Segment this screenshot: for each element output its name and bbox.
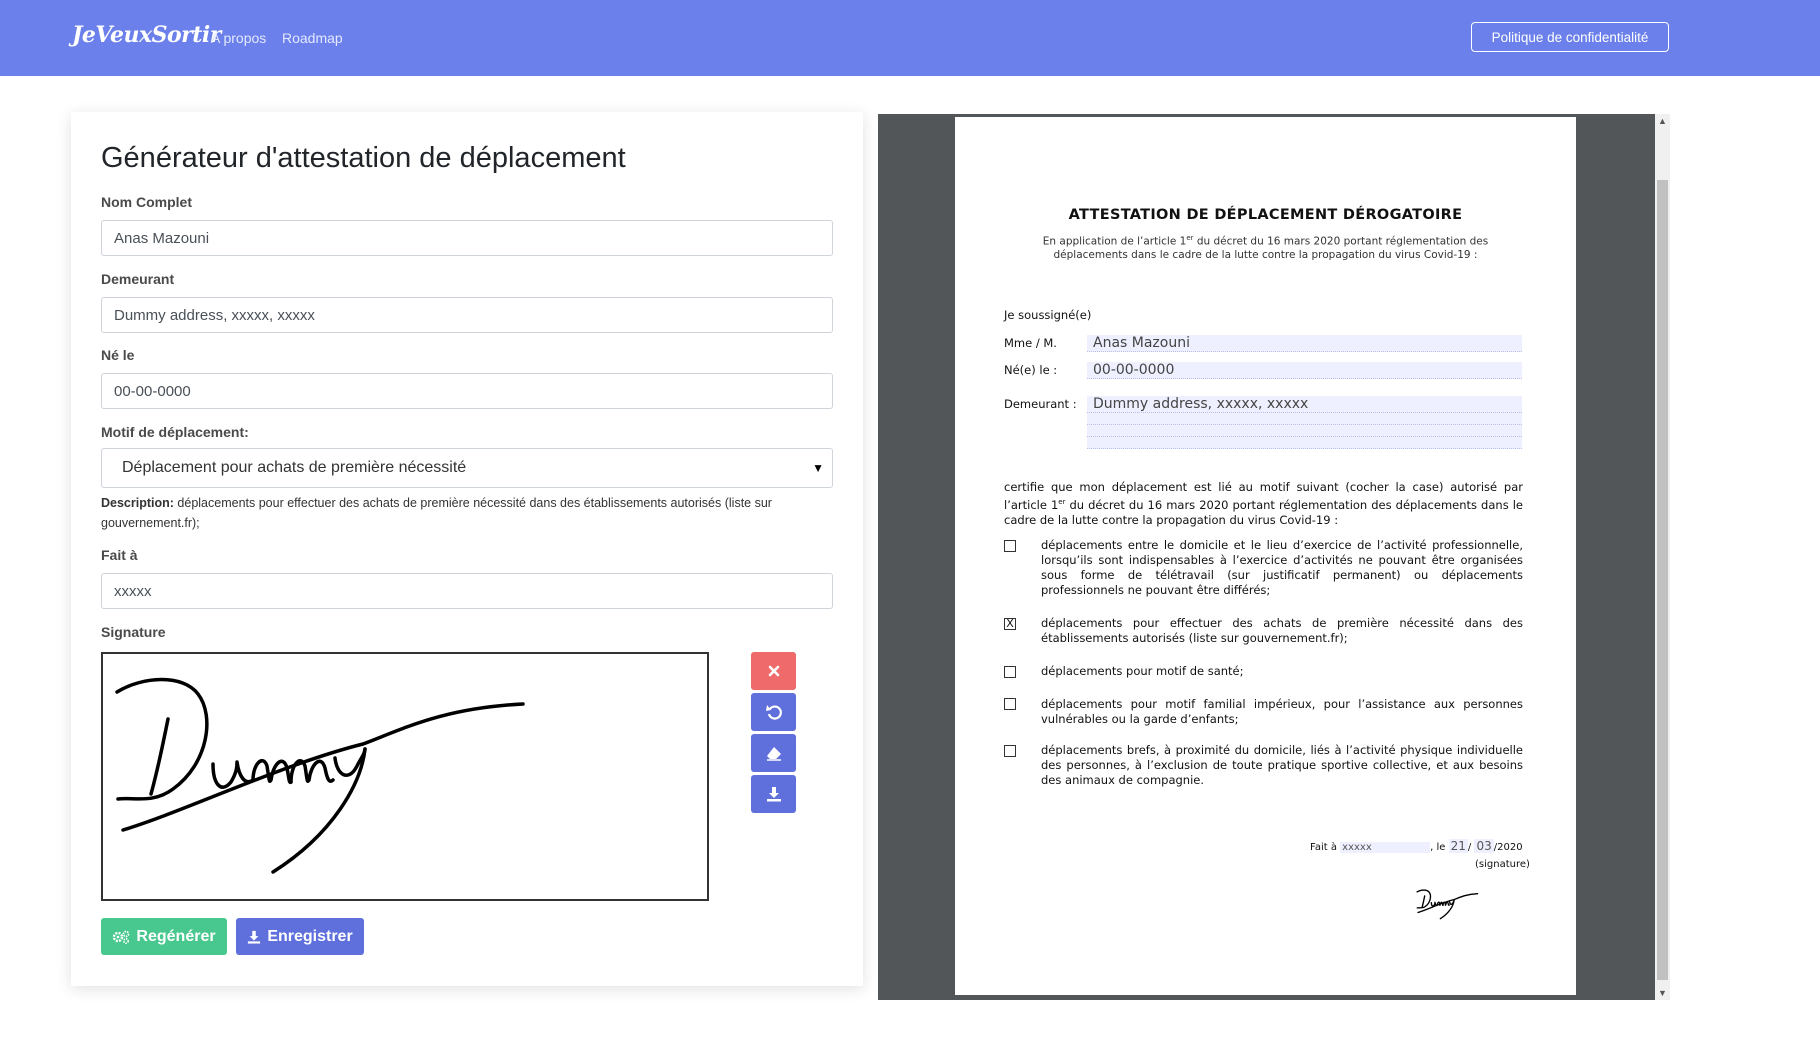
doc-subtitle: En application de l’article 1er du décre… <box>1025 232 1506 262</box>
scroll-up-icon[interactable]: ▲ <box>1658 116 1667 126</box>
eraser-button[interactable] <box>751 734 796 772</box>
form-card: Générateur d'attestation de déplacement … <box>71 112 863 986</box>
doc-le-label: , le <box>1430 842 1446 853</box>
scroll-down-icon[interactable]: ▼ <box>1658 988 1667 998</box>
signature-label: Signature <box>101 624 166 640</box>
doc-signature-label: (signature) <box>1475 859 1530 870</box>
close-icon <box>768 665 779 677</box>
gears-icon <box>113 930 130 944</box>
reason-description: Description: déplacements pour effectuer… <box>101 493 831 533</box>
doc-certifie-part-b: du décret du 16 mars 2020 portant réglem… <box>1004 497 1523 527</box>
doc-checkbox-shopping: X <box>1004 618 1016 630</box>
doc-signature-image <box>1416 889 1479 920</box>
doc-certifie: certifie que mon déplacement est lié au … <box>1004 480 1523 528</box>
birth-label: Né le <box>101 347 135 363</box>
download-signature-button[interactable] <box>751 775 796 813</box>
doc-fait-line: Fait à xxxxx, le 21/ 03/2020 <box>1310 839 1523 853</box>
reason-select-value: Déplacement pour achats de première néce… <box>122 459 467 476</box>
doc-subtitle-sup: er <box>1186 234 1194 242</box>
doc-checkbox-work <box>1004 540 1016 552</box>
birth-input[interactable]: 00-00-0000 <box>101 373 833 409</box>
name-input[interactable]: Anas Mazouni <box>101 220 833 256</box>
doc-option-health: déplacements pour motif de santé; <box>1041 664 1244 678</box>
pdf-page: ATTESTATION DE DÉPLACEMENT DÉROGATOIRE E… <box>955 117 1576 995</box>
doc-fait-place: xxxxx <box>1340 842 1431 853</box>
scroll-thumb[interactable] <box>1657 180 1668 980</box>
description-label: Description: <box>101 496 174 510</box>
doc-option-shopping: déplacements pour effectuer des achats d… <box>1041 616 1523 645</box>
regenerate-button[interactable]: Regénérer <box>101 918 227 955</box>
doc-day: 21 <box>1448 839 1468 853</box>
doc-subtitle-part-a: En application de l’article 1 <box>1042 235 1187 248</box>
name-label: Nom Complet <box>101 194 192 210</box>
clear-signature-button[interactable] <box>751 652 796 690</box>
save-button[interactable]: Enregistrer <box>236 918 364 955</box>
doc-birth-label: Né(e) le : <box>1004 363 1058 377</box>
doc-address-label: Demeurant : <box>1004 397 1077 411</box>
description-text: déplacements pour effectuer des achats d… <box>101 496 772 530</box>
doc-option-family: déplacements pour motif familial impérie… <box>1041 697 1523 726</box>
doc-address-extra-lines <box>1087 413 1522 449</box>
doc-soussigne: Je soussigné(e) <box>1004 308 1092 322</box>
undo-signature-button[interactable] <box>751 693 796 731</box>
chevron-down-icon: ▼ <box>812 461 824 475</box>
doc-checkbox-health <box>1004 666 1016 678</box>
doc-title: ATTESTATION DE DÉPLACEMENT DÉROGATOIRE <box>1068 207 1463 223</box>
place-label: Fait à <box>101 547 138 563</box>
navbar: JeVeuxSortir A propos Roadmap Politique … <box>0 0 1820 76</box>
doc-year: /2020 <box>1493 842 1523 853</box>
doc-month: 03 <box>1474 839 1494 853</box>
brand-logo[interactable]: JeVeuxSortir <box>72 22 221 48</box>
doc-address-field: Dummy address, xxxxx, xxxxx <box>1087 396 1522 413</box>
pdf-scrollbar[interactable]: ▲ ▼ <box>1655 114 1670 1000</box>
nav-link-about[interactable]: A propos <box>211 30 266 46</box>
download-icon <box>766 787 781 802</box>
doc-name-field: Anas Mazouni <box>1087 335 1522 352</box>
doc-birth-field: 00-00-0000 <box>1087 362 1522 379</box>
address-input[interactable]: Dummy address, xxxxx, xxxxx <box>101 297 833 333</box>
doc-checkbox-family <box>1004 698 1016 710</box>
nav-link-roadmap[interactable]: Roadmap <box>282 30 343 46</box>
undo-icon <box>765 705 782 720</box>
save-label: Enregistrer <box>267 927 353 945</box>
eraser-icon <box>766 747 781 761</box>
privacy-policy-button[interactable]: Politique de confidentialité <box>1471 22 1669 52</box>
doc-fait-label: Fait à <box>1310 842 1337 853</box>
signature-drawing <box>115 677 525 874</box>
place-input[interactable]: xxxxx <box>101 573 833 609</box>
doc-checkbox-exercise <box>1004 745 1016 757</box>
download-icon <box>248 930 261 944</box>
reason-select[interactable]: Déplacement pour achats de première néce… <box>101 448 833 488</box>
reason-label: Motif de déplacement: <box>101 424 249 440</box>
doc-option-work: déplacements entre le domicile et le lie… <box>1041 538 1523 597</box>
doc-option-exercise: déplacements brefs, à proximité du domic… <box>1041 743 1523 787</box>
address-label: Demeurant <box>101 271 175 287</box>
regenerate-label: Regénérer <box>136 927 216 945</box>
page-title: Générateur d'attestation de déplacement <box>101 142 626 174</box>
doc-name-label: Mme / M. <box>1004 336 1057 350</box>
signature-pad[interactable] <box>101 652 709 901</box>
